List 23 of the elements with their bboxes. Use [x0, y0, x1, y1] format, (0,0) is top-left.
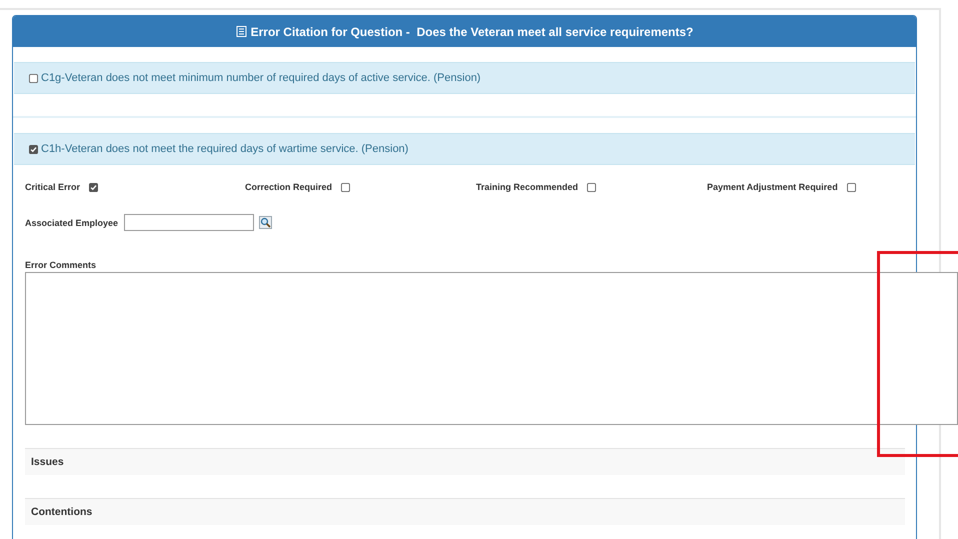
checkbox[interactable]: [341, 182, 350, 192]
error-label: C1h-Veteran does not meet the required days of wartime service. (Pension): [41, 143, 408, 155]
field-label: Associated Employee: [25, 218, 118, 228]
section-header[interactable]: Issues: [25, 448, 905, 475]
checkbox[interactable]: [29, 74, 38, 82]
checkbox[interactable]: [846, 182, 856, 192]
field-label: Error Comments: [25, 260, 98, 270]
checkbox[interactable]: [29, 144, 38, 154]
flag-label: Training Recommended: [476, 182, 578, 192]
flag-label: Critical Error: [25, 182, 80, 192]
employee-field[interactable]: [124, 214, 254, 231]
list-icon: [236, 26, 247, 37]
checkbox[interactable]: [89, 182, 98, 192]
error-row[interactable]: C1h-Veteran does not meet the required days of wartime service. (Pension): [14, 133, 915, 165]
search-icon[interactable]: [259, 216, 272, 229]
error-row[interactable]: C1g-Veteran does not meet minimum number of required days of active service. (Pension): [14, 62, 915, 94]
error-label: C1g-Veteran does not meet minimum number of required days of active service. (Pension): [41, 72, 481, 84]
section-header[interactable]: Contentions: [25, 498, 905, 525]
panel-title: Error Citation for Question - Does the Veteran meet all service requirements?: [250, 24, 694, 38]
flag-label: Payment Adjustment Required: [707, 182, 838, 192]
flag-label: Correction Required: [245, 182, 332, 192]
checkbox[interactable]: [587, 182, 596, 192]
comments-field[interactable]: [25, 272, 958, 425]
